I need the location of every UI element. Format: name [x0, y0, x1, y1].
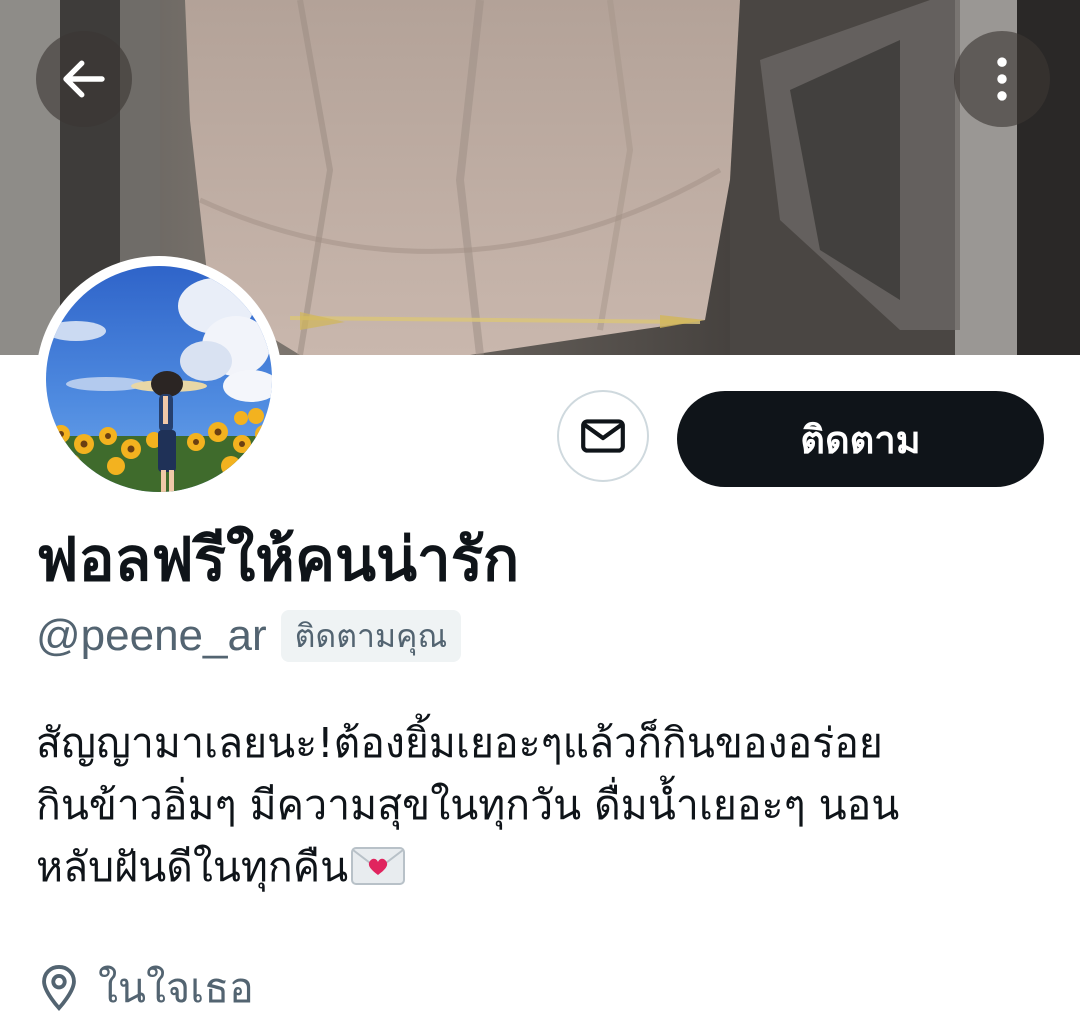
- follow-button[interactable]: ติดตาม: [677, 391, 1044, 487]
- more-vertical-icon: [997, 57, 1007, 101]
- bio-line-text: หลับฝันดีในทุกคืน: [36, 843, 349, 891]
- bio-line: กินข้าวอิ่มๆ มีความสุขในทุกวัน ดื่มน้ำเย…: [36, 781, 900, 829]
- profile-avatar[interactable]: [36, 256, 282, 502]
- location-text: ในใจเธอ: [98, 964, 254, 1012]
- handle-row: @peene_ar ติดตามคุณ: [36, 608, 462, 664]
- bio-line: สัญญามาเลยนะ!ต้องยิ้มเยอะๆแล้วก็กินของอร…: [36, 719, 883, 767]
- display-name: ฟอลฟรีให้คนน่ารัก: [36, 525, 520, 595]
- back-button[interactable]: [36, 31, 132, 127]
- profile-page: ติดตาม ฟอลฟรีให้คนน่ารัก @peene_ar ติดตา…: [0, 0, 1080, 1030]
- message-button[interactable]: [557, 390, 649, 482]
- profile-bio: สัญญามาเลยนะ!ต้องยิ้มเยอะๆแล้วก็กินของอร…: [36, 712, 1046, 904]
- follows-you-badge: ติดตามคุณ: [280, 610, 462, 662]
- follow-button-label: ติดตาม: [800, 417, 921, 462]
- love-letter-icon: [350, 842, 406, 904]
- avatar-image: [46, 266, 272, 492]
- bio-line: หลับฝันดีในทุกคืน: [36, 836, 1046, 904]
- location-pin-icon: [42, 964, 76, 1011]
- more-options-button[interactable]: [954, 31, 1050, 127]
- envelope-icon: [581, 419, 625, 453]
- user-handle: @peene_ar: [36, 611, 267, 660]
- arrow-left-icon: [63, 60, 105, 98]
- location-row: ในใจเธอ: [36, 958, 254, 1018]
